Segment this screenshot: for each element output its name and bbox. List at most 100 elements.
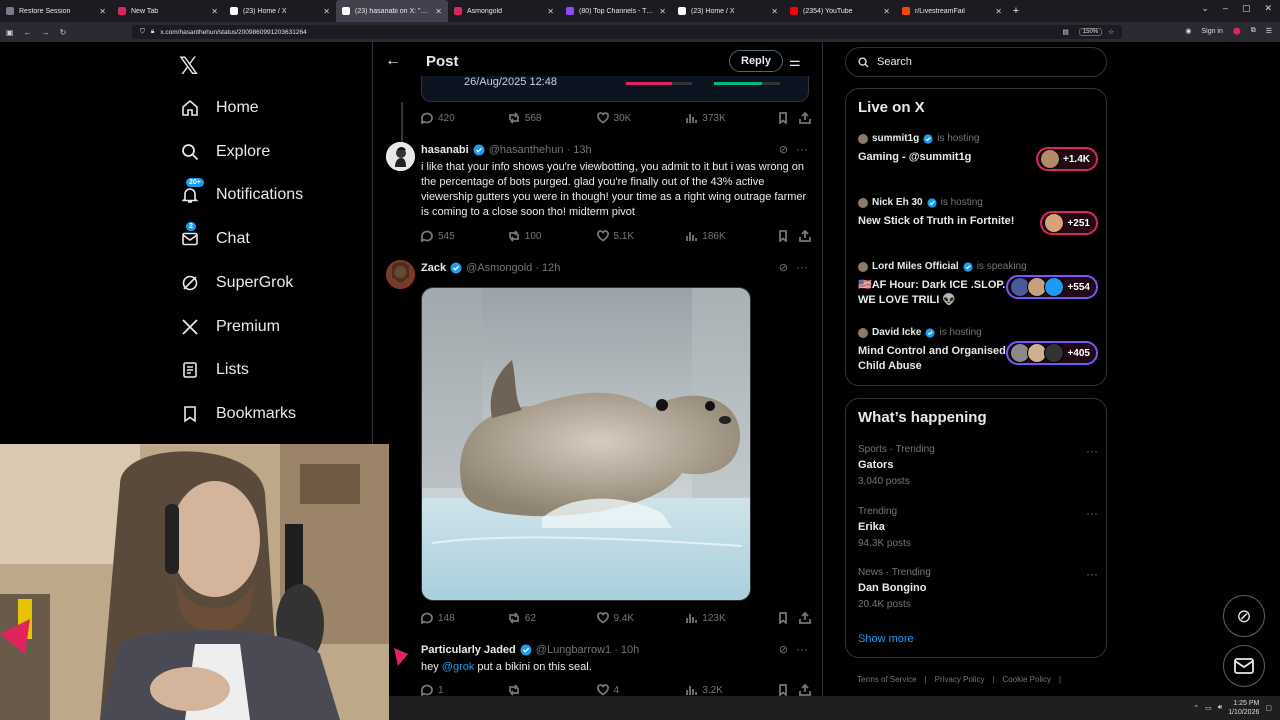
trend-item[interactable]: News · Trending Dan Bongino 20.4K posts ··· bbox=[858, 567, 1098, 610]
notifications-icon[interactable]: ▢ bbox=[1265, 704, 1272, 712]
avatar[interactable] bbox=[386, 642, 415, 671]
grok-icon[interactable]: ⊘ bbox=[779, 643, 788, 656]
more-icon[interactable]: ··· bbox=[796, 142, 808, 156]
avatar[interactable] bbox=[386, 142, 415, 171]
views-action[interactable]: 3.2K bbox=[685, 684, 777, 696]
reload-icon[interactable]: ↻ bbox=[60, 28, 67, 37]
more-icon[interactable]: ··· bbox=[1086, 506, 1098, 520]
search-input[interactable]: Search bbox=[845, 47, 1107, 77]
reply-button[interactable]: Reply bbox=[729, 50, 783, 72]
repost-action[interactable]: 62 bbox=[508, 612, 597, 624]
author-handle[interactable]: @Asmongold · 12h bbox=[466, 262, 560, 274]
close-tab-icon[interactable]: ✕ bbox=[323, 7, 330, 16]
author-name[interactable]: Zack bbox=[421, 262, 446, 274]
footer-link[interactable]: Terms of Service bbox=[857, 675, 917, 684]
sidebar-toggle-icon[interactable]: ▣ bbox=[6, 28, 14, 37]
grok-icon[interactable]: ⊘ bbox=[779, 143, 788, 156]
avatar[interactable] bbox=[386, 260, 415, 289]
listener-pill[interactable]: +251 bbox=[1040, 211, 1098, 235]
nav-item-premium[interactable]: Premium bbox=[180, 317, 280, 337]
close-tab-icon[interactable]: ✕ bbox=[995, 7, 1002, 16]
close-tab-icon[interactable]: ✕ bbox=[883, 7, 890, 16]
nav-item-lists[interactable]: Lists bbox=[180, 360, 249, 380]
browser-tab[interactable]: (23) Home / X ✕ bbox=[672, 0, 784, 22]
sign-in-link[interactable]: Sign in bbox=[1201, 28, 1222, 35]
host-name[interactable]: summit1g bbox=[872, 133, 919, 144]
maximize-icon[interactable]: ▢ bbox=[1242, 3, 1251, 14]
grok-fab[interactable]: ⊘ bbox=[1223, 595, 1265, 637]
share-icon[interactable] bbox=[799, 230, 811, 242]
share-icon[interactable] bbox=[799, 112, 811, 124]
seal-image[interactable] bbox=[421, 287, 751, 601]
live-space-item[interactable]: David Icke is hosting Mind Control and Org… bbox=[858, 327, 1098, 377]
listener-pill[interactable]: +554 bbox=[1006, 275, 1098, 299]
more-icon[interactable]: ··· bbox=[796, 260, 808, 274]
author-name[interactable]: Particularly Jaded bbox=[421, 644, 516, 656]
listener-pill[interactable]: +1.4K bbox=[1036, 147, 1098, 171]
host-name[interactable]: Nick Eh 30 bbox=[872, 197, 923, 208]
bookmark-icon[interactable] bbox=[777, 612, 799, 624]
more-icon[interactable]: ··· bbox=[796, 642, 808, 656]
close-tab-icon[interactable]: ✕ bbox=[659, 7, 666, 16]
close-window-icon[interactable]: ✕ bbox=[1264, 3, 1272, 14]
minimize-icon[interactable]: – bbox=[1223, 3, 1228, 14]
views-action[interactable]: 186K bbox=[685, 230, 777, 242]
messages-fab[interactable] bbox=[1223, 645, 1265, 687]
share-icon[interactable] bbox=[799, 684, 811, 696]
live-space-item[interactable]: Lord Miles Official is speaking 🇺🇸AF Hour:… bbox=[858, 261, 1098, 311]
host-name[interactable]: Lord Miles Official bbox=[872, 261, 959, 272]
repost-action[interactable]: 100 bbox=[508, 230, 597, 242]
author-handle[interactable]: @Lungbarrow1 · 10h bbox=[536, 644, 640, 656]
embedded-card[interactable]: 26/Aug/2025 12:48 bbox=[421, 76, 809, 102]
account-icon[interactable]: ◉ bbox=[1185, 27, 1191, 35]
menu-icon[interactable]: ☰ bbox=[1266, 27, 1272, 35]
reader-icon[interactable]: ▤ bbox=[1063, 28, 1069, 36]
back-arrow-icon[interactable]: ← bbox=[385, 52, 401, 70]
browser-tab[interactable]: (2354) YouTube ✕ bbox=[784, 0, 896, 22]
reply-action[interactable]: 545 bbox=[421, 230, 508, 242]
volume-icon[interactable]: 🔊︎ bbox=[1218, 704, 1222, 712]
network-icon[interactable]: ▭ bbox=[1205, 704, 1212, 712]
views-action[interactable]: 123K bbox=[685, 612, 777, 624]
listener-pill[interactable]: +405 bbox=[1006, 341, 1098, 365]
live-space-item[interactable]: summit1g is hosting Gaming - @summit1g +1.4… bbox=[858, 133, 1098, 183]
shield-icon[interactable]: ⛉ bbox=[140, 28, 145, 36]
repost-action[interactable] bbox=[508, 684, 597, 696]
reply-action[interactable]: 420 bbox=[421, 112, 508, 124]
browser-tab[interactable]: Restore Session ✕ bbox=[0, 0, 112, 22]
author-name[interactable]: hasanabi bbox=[421, 144, 469, 156]
close-tab-icon[interactable]: ✕ bbox=[211, 7, 218, 16]
browser-tab[interactable]: (80) Top Channels - Twitch ✕ bbox=[560, 0, 672, 22]
sliders-icon[interactable]: ⚌ bbox=[789, 54, 801, 70]
browser-tab[interactable]: New Tab ✕ bbox=[112, 0, 224, 22]
nav-item-bookmarks[interactable]: Bookmarks bbox=[180, 404, 296, 424]
new-tab-icon[interactable]: + bbox=[1008, 5, 1024, 17]
back-icon[interactable]: ← bbox=[24, 28, 32, 37]
mention-link[interactable]: @grok bbox=[442, 661, 475, 673]
browser-tab[interactable]: Asmongold ✕ bbox=[448, 0, 560, 22]
like-action[interactable]: 9.4K bbox=[596, 612, 686, 624]
close-tab-icon[interactable]: ✕ bbox=[99, 7, 106, 16]
grok-icon[interactable]: ⊘ bbox=[779, 261, 788, 274]
bookmark-icon[interactable] bbox=[777, 230, 799, 242]
trend-item[interactable]: Trending Erika 94.3K posts ··· bbox=[858, 506, 1098, 549]
reply-action[interactable]: 1 bbox=[421, 684, 508, 696]
repost-action[interactable]: 568 bbox=[508, 112, 597, 124]
more-icon[interactable]: ··· bbox=[1086, 444, 1098, 458]
more-icon[interactable]: ··· bbox=[1086, 567, 1098, 581]
browser-tab[interactable]: (23) Home / X ✕ bbox=[224, 0, 336, 22]
footer-link[interactable]: Privacy Policy bbox=[935, 675, 985, 684]
extension-icon[interactable]: ⬤ bbox=[1233, 27, 1241, 35]
nav-item-home[interactable]: Home bbox=[180, 98, 259, 118]
bookmark-icon[interactable] bbox=[777, 112, 799, 124]
live-space-item[interactable]: Nick Eh 30 is hosting New Stick of Truth i… bbox=[858, 197, 1098, 247]
chevron-up-icon[interactable]: ⌃ bbox=[1193, 704, 1199, 712]
nav-item-chat[interactable]: 2 Chat bbox=[180, 222, 250, 249]
close-tab-icon[interactable]: ✕ bbox=[771, 7, 778, 16]
reply-action[interactable]: 148 bbox=[421, 612, 508, 624]
browser-tab[interactable]: r/LivestreamFail ✕ bbox=[896, 0, 1008, 22]
tab-list-icon[interactable]: ⌄ bbox=[1201, 3, 1209, 14]
like-action[interactable]: 5.1K bbox=[596, 230, 686, 242]
close-tab-icon[interactable]: ✕ bbox=[547, 7, 554, 16]
bookmark-icon[interactable] bbox=[777, 684, 799, 696]
